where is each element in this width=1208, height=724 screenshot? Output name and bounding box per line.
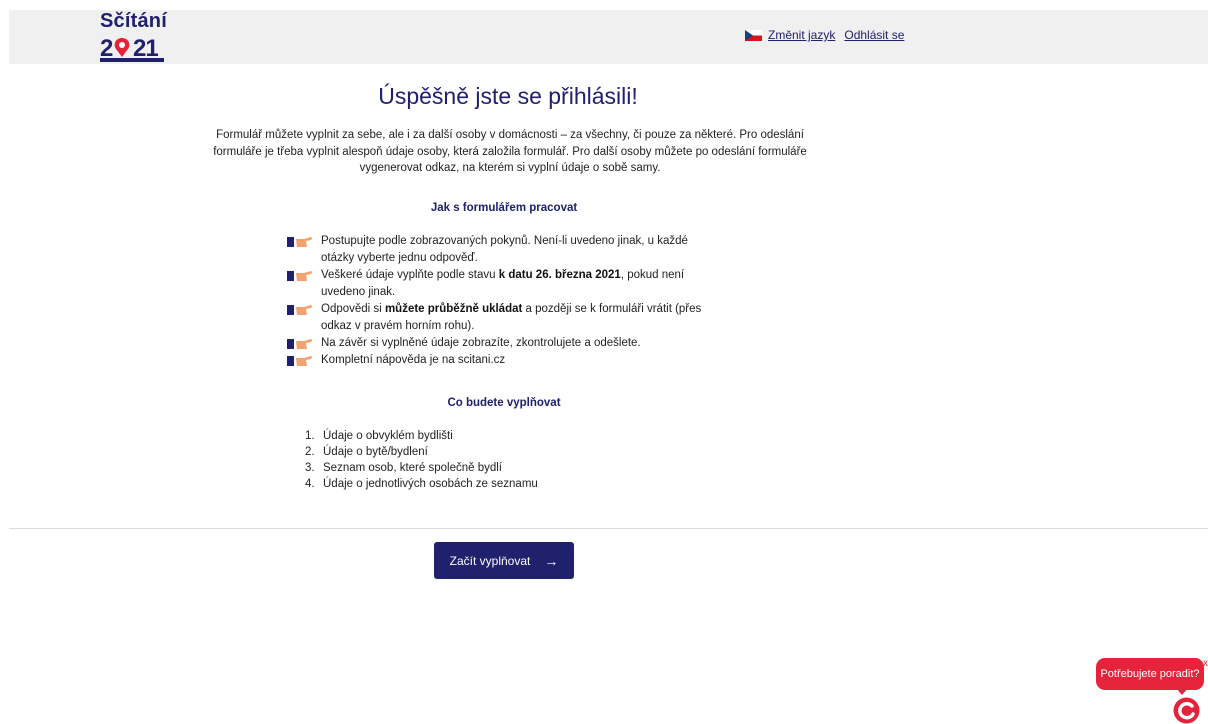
arrow-right-icon: → (544, 552, 559, 569)
pointing-hand-icon (287, 305, 312, 315)
step-number: 1. (305, 430, 315, 442)
tip-item: Na závěr si vyplněné údaje zobrazíte, zk… (287, 335, 717, 352)
tip-text: Kompletní nápověda je na scitani.cz (321, 354, 506, 366)
pointing-hand-icon (287, 339, 312, 349)
page-title: Úspěšně jste se přihlásili! (378, 83, 638, 109)
svg-text:21: 21 (133, 35, 158, 62)
pointing-hand-icon (287, 271, 312, 281)
logout-link[interactable]: Odhlásit se (844, 28, 904, 42)
tips-list: Postupujte podle zobrazovaných pokynů. N… (287, 233, 717, 369)
step-text: Údaje o obvyklém bydlišti (323, 430, 453, 442)
section-divider (9, 528, 1208, 529)
tip-item: Veškeré údaje vyplňte podle stavu k datu… (287, 267, 717, 301)
tip-text: Postupujte podle zobrazovaných pokynů. N… (321, 235, 688, 264)
step-text: Údaje o jednotlivých osobách ze seznamu (323, 478, 538, 490)
step-text: Seznam osob, které společně bydlí (323, 462, 502, 474)
top-bar: Sčítání 2 21 Změnit jazyk Odhlásit se (9, 10, 1208, 64)
tip-highlight: k datu 26. března 2021 (498, 269, 621, 281)
step-item: 2. Údaje o bytě/bydlení (305, 444, 705, 460)
step-item: 1. Údaje o obvyklém bydlišti (305, 428, 705, 444)
tip-text: Veškeré údaje vyplňte podle stavu (321, 269, 499, 281)
step-item: 4. Údaje o jednotlivých osobách ze seznam… (305, 476, 705, 492)
pointing-hand-icon (287, 356, 312, 366)
close-icon[interactable]: x (1203, 658, 1208, 669)
steps-list: 1. Údaje o obvyklém bydlišti 2. Údaje o by… (305, 428, 705, 492)
what-to-fill-heading: Co budete vyplňovat (447, 397, 561, 409)
step-text: Údaje o bytě/bydlení (323, 446, 428, 458)
start-filling-label: Začít vyplňovat (449, 553, 531, 568)
tip-text: Na závěr si vyplněné údaje zobrazíte, zk… (321, 337, 641, 349)
tip-highlight: můžete průběžně ukládat (384, 303, 523, 315)
how-to-heading: Jak s formulářem pracovat (430, 202, 578, 214)
step-number: 3. (305, 462, 315, 474)
change-language-link[interactable]: Změnit jazyk (768, 28, 835, 42)
svg-text:2: 2 (100, 35, 113, 62)
header-links: Změnit jazyk Odhlásit se (745, 28, 904, 42)
logo-year-mark: 2 21 (100, 35, 164, 62)
chat-widget-icon[interactable] (1173, 697, 1200, 724)
tip-item: Odpovědi si můžete průběžně ukládat a po… (287, 301, 717, 335)
help-prompt-bubble[interactable]: Potřebujete poradit? (1096, 658, 1204, 695)
step-number: 4. (305, 478, 315, 490)
step-item: 3. Seznam osob, které společně bydlí (305, 460, 705, 476)
intro-text: Formulář můžete vyplnit za sebe, ale i z… (213, 129, 807, 174)
help-prompt-text: Potřebujete poradit? (1100, 668, 1200, 680)
czech-flag-icon (745, 29, 762, 41)
bubble-tail (1176, 688, 1188, 695)
tip-text: Odpovědi si (321, 303, 385, 315)
tip-item: Kompletní nápověda je na scitani.cz (287, 352, 717, 369)
tip-item: Postupujte podle zobrazovaných pokynů. N… (287, 233, 717, 267)
logo-text: Sčítání (100, 10, 167, 32)
pointing-hand-icon (287, 237, 312, 247)
step-number: 2. (305, 446, 315, 458)
start-filling-button[interactable]: Začít vyplňovat → (434, 542, 574, 579)
scitani-logo[interactable]: Sčítání 2 21 (100, 10, 180, 64)
